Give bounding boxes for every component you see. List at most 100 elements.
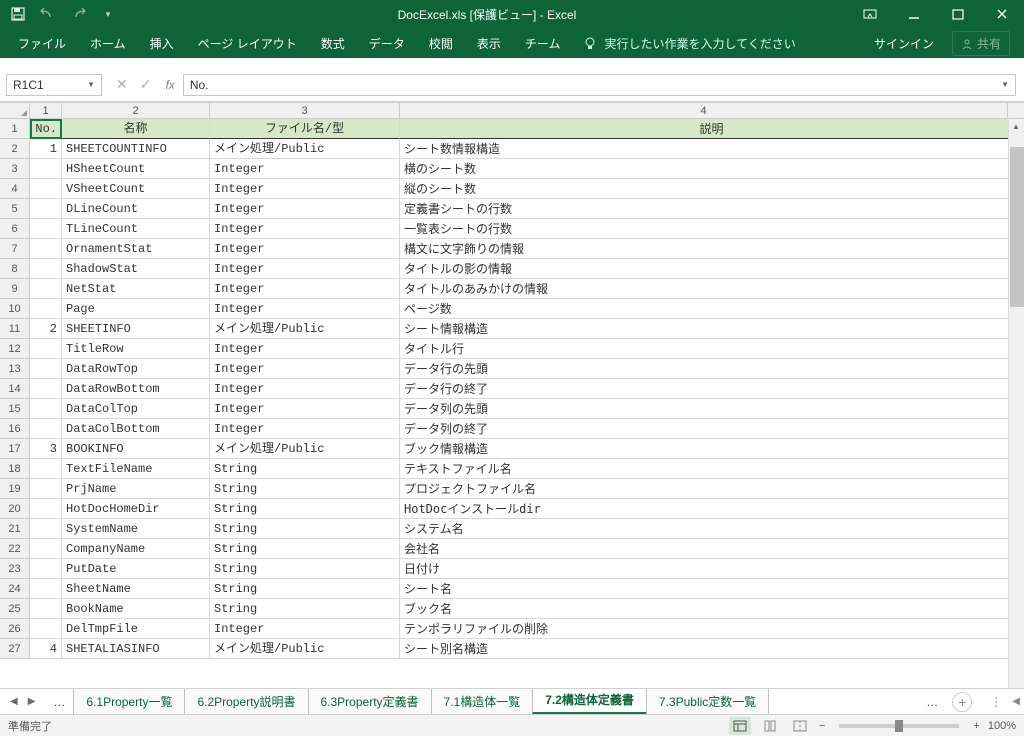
cell[interactable] [30,239,62,259]
cell[interactable]: シート名 [400,579,1024,599]
col-header[interactable]: 4 [400,103,1008,118]
row-header[interactable]: 14 [0,379,30,399]
cell[interactable]: SHETALIASINFO [62,639,210,659]
cell[interactable]: データ行の先頭 [400,359,1024,379]
cell[interactable]: TitleRow [62,339,210,359]
cell[interactable]: テンポラリファイルの削除 [400,619,1024,639]
cell[interactable]: NetStat [62,279,210,299]
cell[interactable]: HSheetCount [62,159,210,179]
zoom-out-button[interactable]: − [819,720,825,732]
cell[interactable]: Integer [210,379,400,399]
row-header[interactable]: 1 [0,119,30,139]
cell[interactable]: String [210,479,400,499]
sheet-tab[interactable]: 7.3Public定数一覧 [646,689,769,714]
ribbon-tab-data[interactable]: データ [357,29,417,58]
zoom-in-button[interactable]: + [973,720,979,732]
tab-split-icon[interactable]: ⋮ [984,695,1008,709]
cell[interactable]: ShadowStat [62,259,210,279]
cell[interactable]: データ行の終了 [400,379,1024,399]
cell[interactable]: 横のシート数 [400,159,1024,179]
cell[interactable]: String [210,539,400,559]
ribbon-tab-formulas[interactable]: 数式 [309,29,357,58]
cell[interactable]: メイン処理/Public [210,139,400,159]
row-header[interactable]: 21 [0,519,30,539]
ribbon-options-icon[interactable] [848,0,892,28]
cell[interactable]: OrnamentStat [62,239,210,259]
cell[interactable] [30,199,62,219]
cell[interactable]: 3 [30,439,62,459]
view-normal-button[interactable] [729,717,751,735]
cell[interactable]: シート別名構造 [400,639,1024,659]
cell[interactable]: BOOKINFO [62,439,210,459]
row-header[interactable]: 13 [0,359,30,379]
minimize-button[interactable] [892,0,936,28]
cell[interactable]: DataColTop [62,399,210,419]
cell[interactable]: CompanyName [62,539,210,559]
cell[interactable] [30,459,62,479]
row-header[interactable]: 4 [0,179,30,199]
cell[interactable]: 名称 [62,119,210,139]
cell[interactable] [30,559,62,579]
ribbon-tab-insert[interactable]: 挿入 [138,29,186,58]
cell[interactable]: Integer [210,159,400,179]
cell[interactable]: DLineCount [62,199,210,219]
sheet-overflow-right[interactable]: … [918,691,946,713]
enter-icon[interactable]: ✓ [140,76,152,93]
ribbon-tab-file[interactable]: ファイル [6,29,78,58]
row-header[interactable]: 15 [0,399,30,419]
cell[interactable] [30,419,62,439]
cell[interactable] [30,399,62,419]
scroll-left-icon[interactable]: ◀ [1008,696,1024,707]
row-header[interactable]: 20 [0,499,30,519]
cell[interactable]: プロジェクトファイル名 [400,479,1024,499]
col-header[interactable]: 1 [30,103,62,118]
cell[interactable]: 1 [30,139,62,159]
row-header[interactable]: 9 [0,279,30,299]
cell[interactable]: シート数情報構造 [400,139,1024,159]
cell[interactable]: String [210,559,400,579]
row-header[interactable]: 8 [0,259,30,279]
formula-input[interactable]: No. ▼ [183,74,1016,96]
expand-formula-icon[interactable]: ▼ [1001,80,1009,89]
sheet-tab[interactable]: 7.1構造体一覧 [431,689,534,714]
cell[interactable]: テキストファイル名 [400,459,1024,479]
cell[interactable] [30,259,62,279]
cell[interactable]: Integer [210,299,400,319]
row-header[interactable]: 23 [0,559,30,579]
row-header[interactable]: 18 [0,459,30,479]
sheet-tab[interactable]: 6.3Property定義書 [308,689,432,714]
view-page-break-button[interactable] [789,717,811,735]
cell[interactable]: Integer [210,419,400,439]
cell[interactable]: DataRowBottom [62,379,210,399]
cell[interactable]: HotDocHomeDir [62,499,210,519]
cell[interactable]: タイトル行 [400,339,1024,359]
cell[interactable]: 構文に文字飾りの情報 [400,239,1024,259]
row-header[interactable]: 16 [0,419,30,439]
row-header[interactable]: 5 [0,199,30,219]
row-header[interactable]: 6 [0,219,30,239]
cell[interactable] [30,539,62,559]
cell[interactable]: 縦のシート数 [400,179,1024,199]
cell[interactable]: Integer [210,399,400,419]
signin-button[interactable]: サインイン [864,29,944,58]
sheet-nav-prev-icon[interactable]: ◀ [6,694,22,709]
row-header[interactable]: 10 [0,299,30,319]
row-header[interactable]: 22 [0,539,30,559]
cell[interactable]: HotDocインストールdir [400,499,1024,519]
cell[interactable]: メイン処理/Public [210,439,400,459]
cell[interactable]: VSheetCount [62,179,210,199]
ribbon-tab-review[interactable]: 校閲 [417,29,465,58]
maximize-button[interactable] [936,0,980,28]
cell[interactable]: Integer [210,339,400,359]
cell[interactable]: Integer [210,219,400,239]
cell[interactable]: 会社名 [400,539,1024,559]
cell[interactable]: タイトルの影の情報 [400,259,1024,279]
cell[interactable]: 一覧表シートの行数 [400,219,1024,239]
cell[interactable]: 定義書シートの行数 [400,199,1024,219]
cell[interactable]: ページ数 [400,299,1024,319]
col-header[interactable]: 3 [210,103,400,118]
cell[interactable]: String [210,579,400,599]
cell[interactable] [30,619,62,639]
cell[interactable]: BookName [62,599,210,619]
cell[interactable]: シート情報構造 [400,319,1024,339]
